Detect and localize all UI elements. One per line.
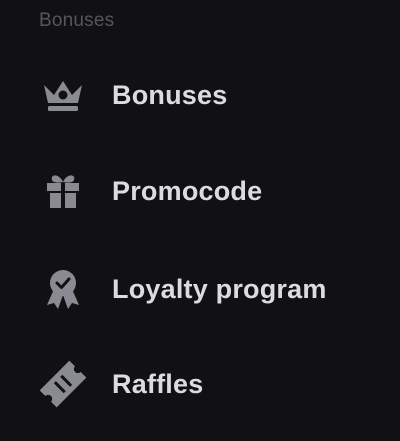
menu-item-label: Raffles bbox=[112, 368, 204, 399]
menu-item-label: Bonuses bbox=[112, 79, 228, 110]
ticket-icon bbox=[30, 358, 96, 410]
section-title: Bonuses bbox=[39, 10, 115, 31]
menu-item-label: Promocode bbox=[112, 175, 263, 206]
award-badge-icon bbox=[30, 263, 96, 315]
menu-item-label: Loyalty program bbox=[112, 273, 327, 304]
crown-icon bbox=[30, 69, 96, 121]
menu-item-promocode[interactable]: Promocode bbox=[30, 156, 390, 226]
gift-icon bbox=[30, 165, 96, 217]
menu-item-loyalty-program[interactable]: Loyalty program bbox=[30, 254, 390, 324]
menu-item-raffles[interactable]: Raffles bbox=[30, 349, 390, 419]
menu-item-bonuses[interactable]: Bonuses bbox=[30, 60, 390, 130]
bonuses-menu-panel: Bonuses Bonuses Promocode Loyalty progra… bbox=[0, 0, 400, 441]
